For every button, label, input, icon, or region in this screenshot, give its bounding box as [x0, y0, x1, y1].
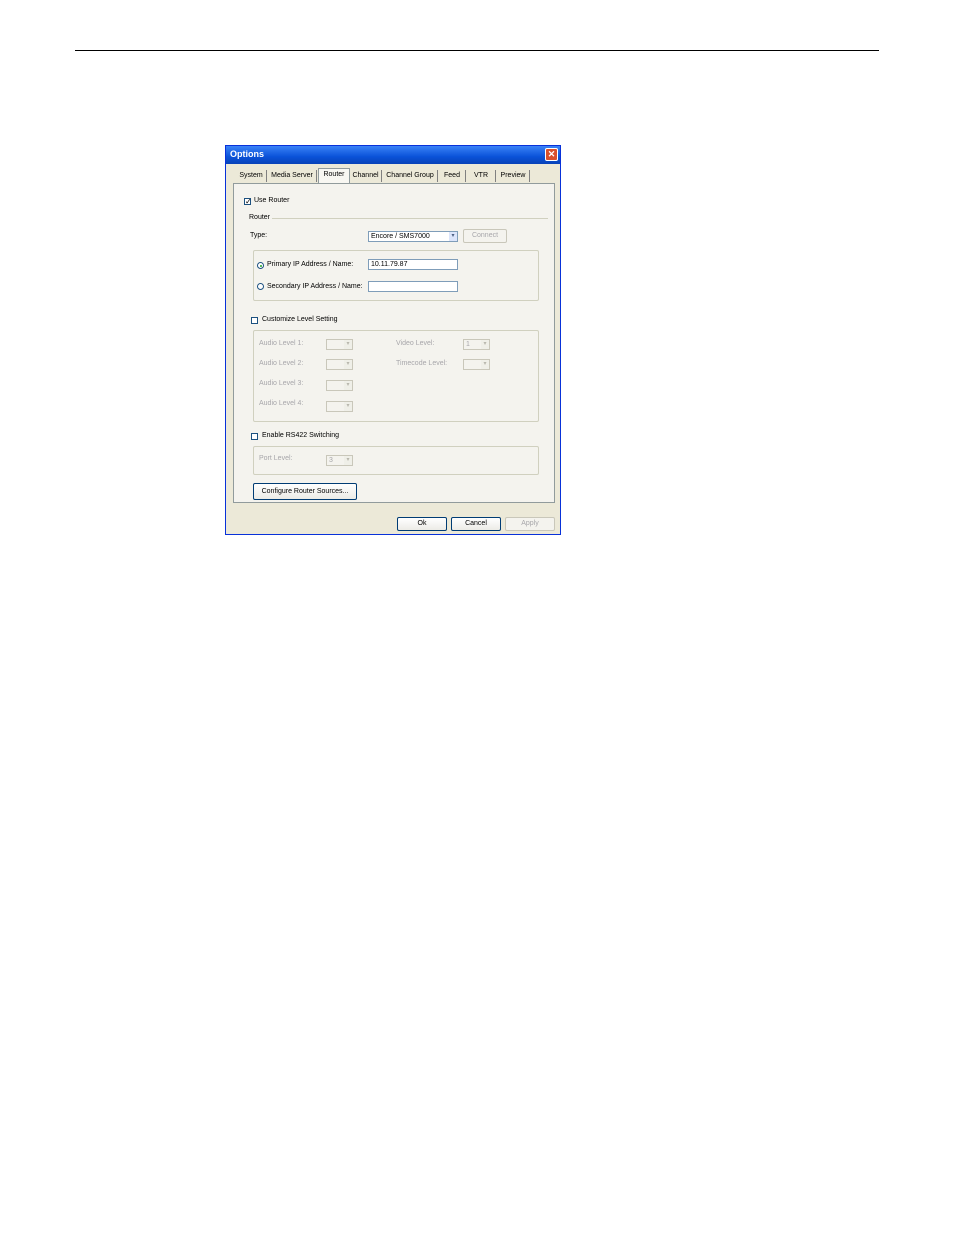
- chevron-down-icon: ▾: [449, 232, 457, 241]
- ok-button[interactable]: Ok: [397, 517, 447, 531]
- video-level-select[interactable]: 1 ▾: [463, 339, 490, 350]
- secondary-ip-label: Secondary IP Address / Name:: [267, 283, 363, 290]
- use-router-checkbox[interactable]: ✓: [244, 198, 252, 206]
- chevron-down-icon: ▾: [481, 360, 489, 369]
- audio-level-2-label: Audio Level 2:: [259, 360, 304, 367]
- connect-button[interactable]: Connect: [463, 229, 507, 243]
- audio-level-1-select[interactable]: ▾: [326, 339, 353, 350]
- enable-rs422-checkbox[interactable]: [251, 433, 258, 440]
- title-bar[interactable]: Options ✕: [226, 146, 560, 164]
- ip-address-group: [253, 250, 539, 301]
- tab-media-server[interactable]: Media Server: [268, 170, 317, 182]
- apply-button[interactable]: Apply: [505, 517, 555, 531]
- audio-level-2-select[interactable]: ▾: [326, 359, 353, 370]
- chevron-down-icon: ▾: [481, 340, 489, 349]
- cancel-button[interactable]: Cancel: [451, 517, 501, 531]
- dialog-title: Options: [230, 149, 264, 159]
- audio-level-3-select[interactable]: ▾: [326, 380, 353, 391]
- audio-level-3-label: Audio Level 3:: [259, 380, 304, 387]
- router-group-label: Router: [249, 214, 271, 221]
- router-tab-panel: ✓ Use Router Router Type: Encore / SMS70…: [233, 183, 555, 503]
- audio-level-1-label: Audio Level 1:: [259, 340, 304, 347]
- customize-level-label: Customize Level Setting: [262, 316, 338, 323]
- enable-rs422-label: Enable RS422 Switching: [262, 432, 340, 439]
- video-level-value: 1: [466, 341, 470, 348]
- tab-feed[interactable]: Feed: [439, 170, 466, 182]
- primary-ip-radio[interactable]: [257, 262, 264, 269]
- tab-vtr[interactable]: VTR: [467, 170, 496, 182]
- customize-level-checkbox[interactable]: [251, 317, 258, 324]
- audio-level-4-label: Audio Level 4:: [259, 400, 304, 407]
- primary-ip-input[interactable]: 10.11.79.87: [368, 259, 458, 270]
- page-top-rule: [75, 50, 879, 51]
- timecode-level-select[interactable]: ▾: [463, 359, 490, 370]
- type-label: Type:: [250, 232, 268, 239]
- router-type-value: Encore / SMS7000: [371, 233, 430, 240]
- tab-router[interactable]: Router: [318, 168, 350, 183]
- tab-channel[interactable]: Channel: [350, 170, 382, 182]
- tab-channel-group[interactable]: Channel Group: [383, 170, 438, 182]
- use-router-label: Use Router: [254, 197, 290, 204]
- router-group-divider: [272, 218, 548, 219]
- port-level-value: 3: [329, 457, 333, 464]
- chevron-down-icon: ▾: [344, 340, 352, 349]
- tab-system[interactable]: System: [236, 170, 267, 182]
- router-type-select[interactable]: Encore / SMS7000 ▾: [368, 231, 458, 242]
- tab-preview[interactable]: Preview: [497, 170, 530, 182]
- primary-ip-label: Primary IP Address / Name:: [267, 261, 354, 268]
- chevron-down-icon: ▾: [344, 402, 352, 411]
- chevron-down-icon: ▾: [344, 456, 352, 465]
- chevron-down-icon: ▾: [344, 360, 352, 369]
- port-level-label: Port Level:: [259, 455, 293, 462]
- port-level-select[interactable]: 3 ▾: [326, 455, 353, 466]
- video-level-label: Video Level:: [396, 340, 435, 347]
- secondary-ip-input[interactable]: [368, 281, 458, 292]
- configure-router-sources-button[interactable]: Configure Router Sources...: [253, 483, 357, 500]
- rs422-group: [253, 446, 539, 475]
- options-dialog: Options ✕ System Media Server Router Cha…: [225, 145, 561, 535]
- timecode-level-label: Timecode Level:: [396, 360, 448, 367]
- secondary-ip-radio[interactable]: [257, 283, 264, 290]
- chevron-down-icon: ▾: [344, 381, 352, 390]
- close-icon[interactable]: ✕: [545, 148, 558, 161]
- audio-level-4-select[interactable]: ▾: [326, 401, 353, 412]
